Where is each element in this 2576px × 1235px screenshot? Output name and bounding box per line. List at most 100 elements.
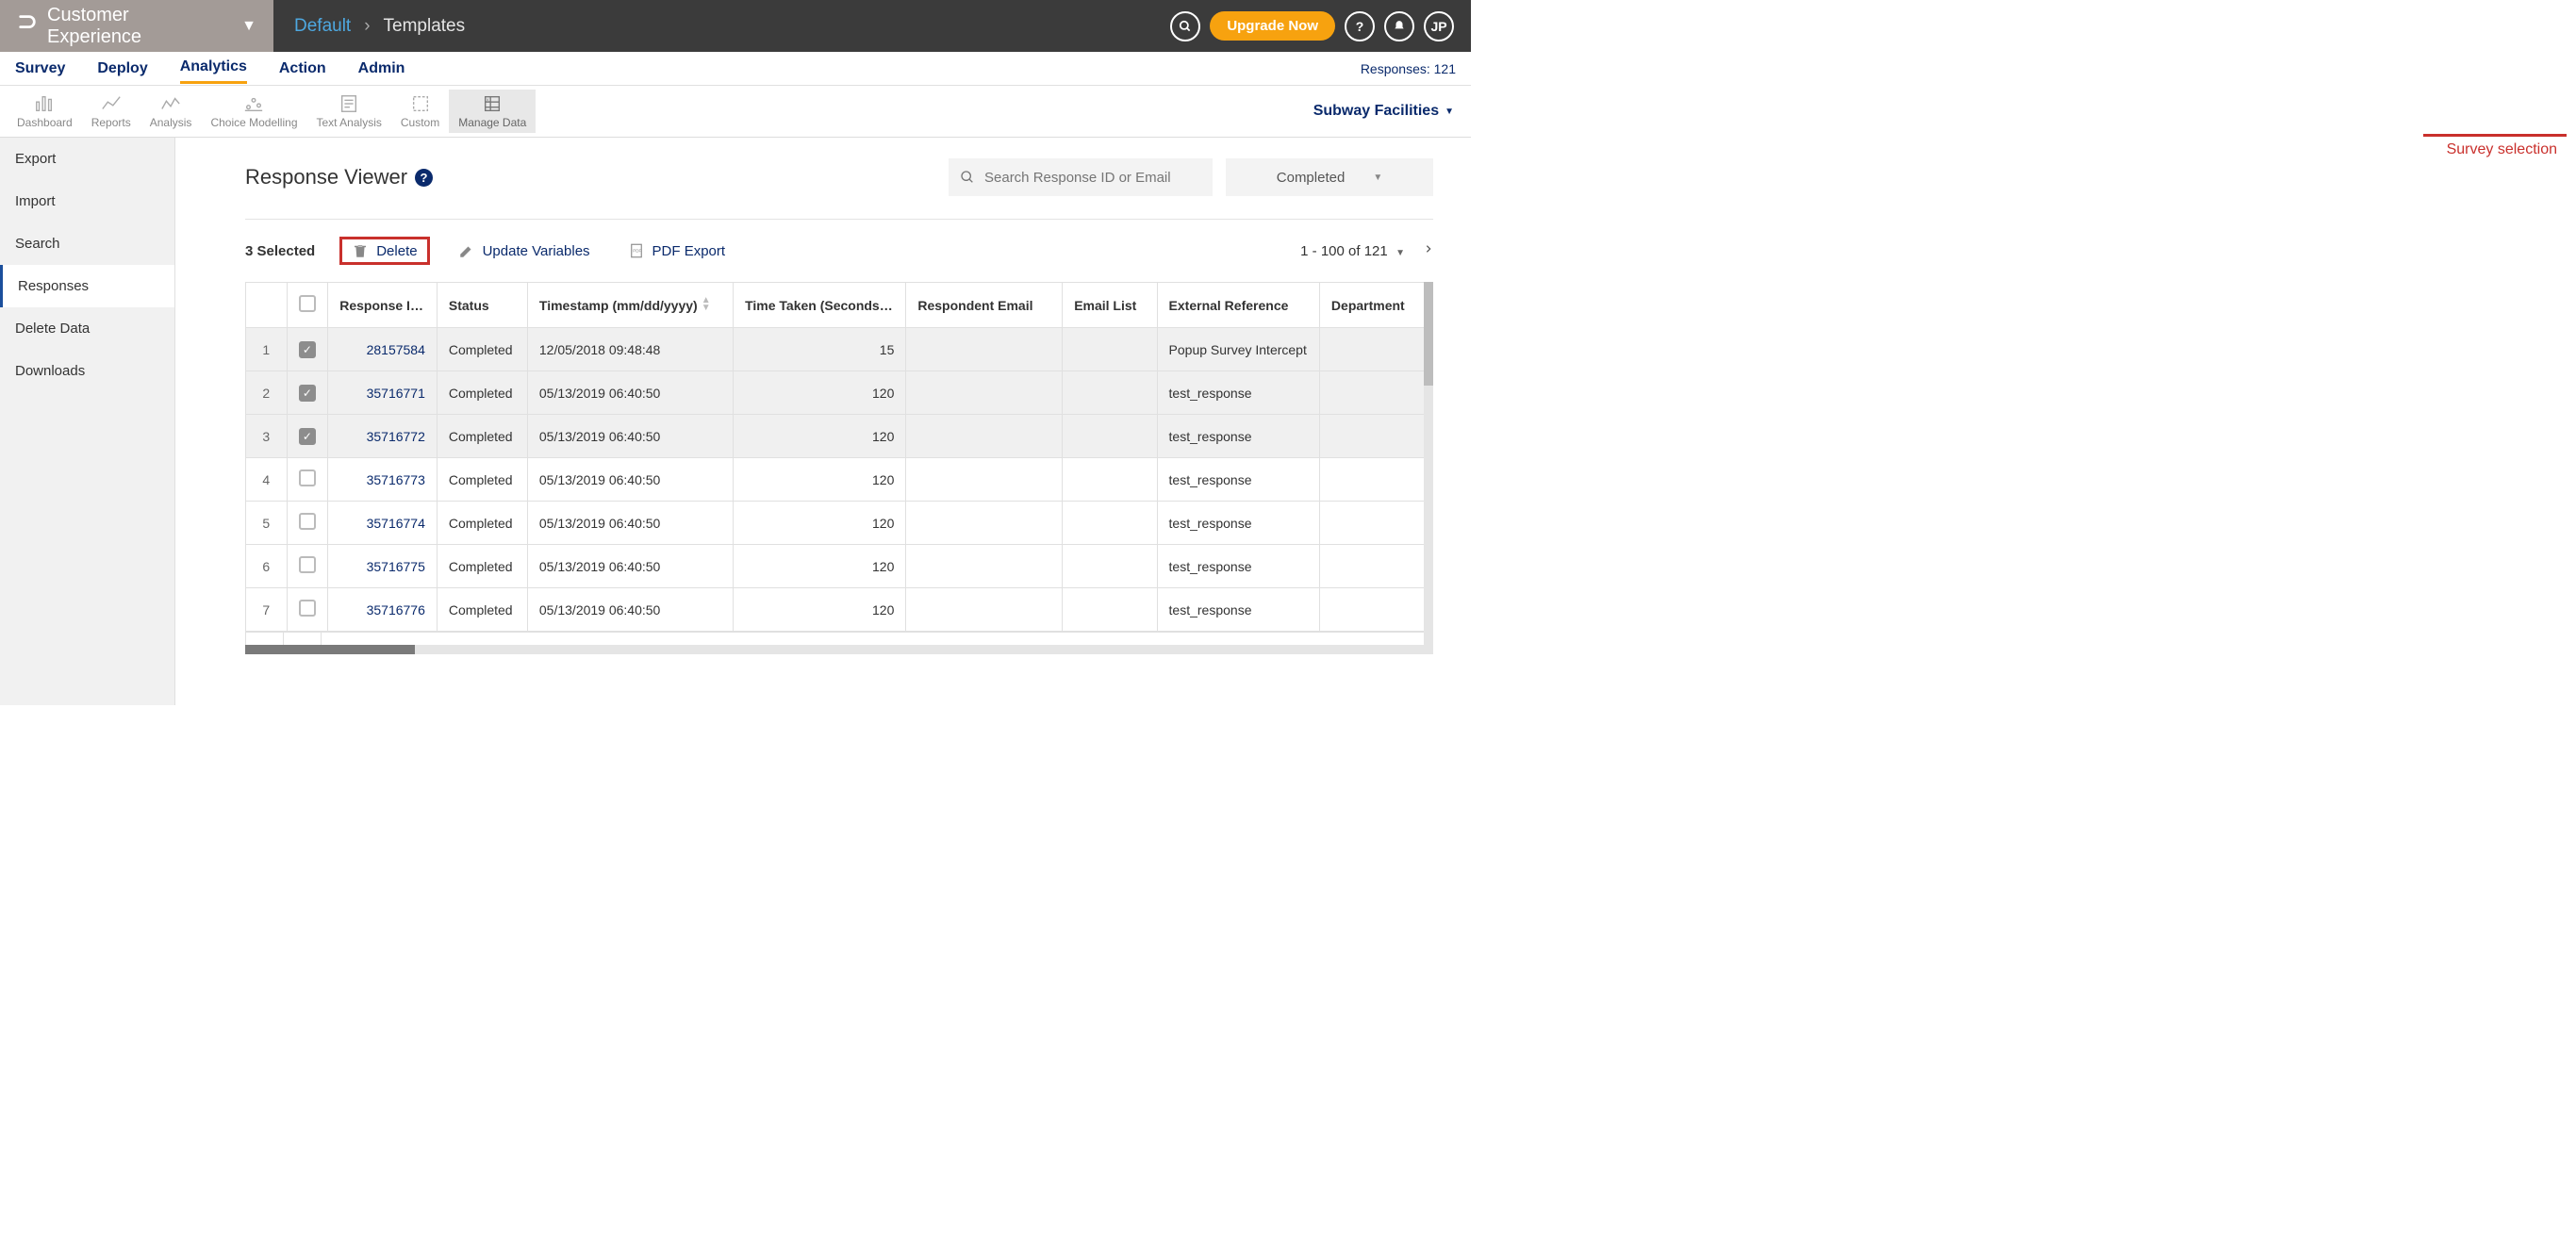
- row-checkbox[interactable]: [299, 600, 316, 617]
- response-id-link[interactable]: 28157584: [367, 342, 425, 357]
- search-box[interactable]: [949, 158, 1213, 196]
- tool-choice-modelling[interactable]: Choice Modelling: [201, 90, 306, 133]
- status-filter-dropdown[interactable]: Completed ▼: [1226, 158, 1433, 196]
- cell-ext-ref: Popup Survey Intercept: [1157, 328, 1319, 371]
- table-row[interactable]: 3✓35716772Completed05/13/2019 06:40:5012…: [246, 415, 1433, 458]
- tool-dashboard[interactable]: Dashboard: [8, 90, 82, 133]
- cell-dept: [1319, 328, 1432, 371]
- sidebar-delete-data[interactable]: Delete Data: [0, 307, 174, 350]
- row-checkbox[interactable]: [299, 556, 316, 573]
- selection-count: 3 Selected: [245, 243, 315, 259]
- update-variables-button[interactable]: Update Variables: [449, 237, 600, 265]
- cell-ext-ref: test_response: [1157, 502, 1319, 545]
- sidebar-search[interactable]: Search: [0, 222, 174, 265]
- col-index: [246, 283, 288, 328]
- table-row[interactable]: 635716775Completed05/13/2019 06:40:50120…: [246, 545, 1433, 588]
- tool-analysis[interactable]: Analysis: [140, 90, 202, 133]
- cell-ext-ref: test_response: [1157, 371, 1319, 415]
- col-response-id[interactable]: Response ID▼: [328, 283, 438, 328]
- row-index: 7: [246, 588, 288, 632]
- avatar[interactable]: JP: [1424, 11, 1454, 41]
- pdf-export-button[interactable]: PDF PDF Export: [619, 237, 735, 265]
- cell-timestamp: 12/05/2018 09:48:48: [527, 328, 733, 371]
- sidebar-responses[interactable]: Responses: [0, 265, 174, 307]
- upgrade-button[interactable]: Upgrade Now: [1210, 11, 1335, 41]
- col-department[interactable]: Department: [1319, 283, 1432, 328]
- table-row[interactable]: 535716774Completed05/13/2019 06:40:50120…: [246, 502, 1433, 545]
- col-respondent-email[interactable]: Respondent Email: [906, 283, 1063, 328]
- table-row[interactable]: 435716773Completed05/13/2019 06:40:50120…: [246, 458, 1433, 502]
- delete-button[interactable]: Delete: [339, 237, 429, 265]
- nav-admin[interactable]: Admin: [358, 55, 405, 83]
- help-icon[interactable]: ?: [415, 169, 433, 187]
- cell-email-list: [1063, 415, 1157, 458]
- cell-email-list: [1063, 502, 1157, 545]
- chevron-right-icon: [1424, 241, 1433, 256]
- cell-time-taken: 120: [734, 371, 906, 415]
- row-checkbox[interactable]: ✓: [299, 341, 316, 358]
- row-checkbox[interactable]: ✓: [299, 385, 316, 402]
- search-input[interactable]: [984, 170, 1201, 186]
- col-external-ref[interactable]: External Reference: [1157, 283, 1319, 328]
- select-all[interactable]: [287, 283, 328, 328]
- tool-reports[interactable]: Reports: [82, 90, 140, 133]
- pagination-dropdown[interactable]: 1 - 100 of 121 ▼: [1300, 243, 1405, 259]
- row-index: 3: [246, 415, 288, 458]
- survey-selector[interactable]: Subway Facilities ▼: [1313, 103, 1454, 120]
- response-id-link[interactable]: 35716772: [367, 429, 425, 444]
- cell-email-list: [1063, 328, 1157, 371]
- response-id-link[interactable]: 35716776: [367, 602, 425, 618]
- responses-count[interactable]: Responses: 121: [1361, 61, 1456, 76]
- breadcrumb-root[interactable]: Default: [294, 16, 351, 37]
- table-row[interactable]: 735716776Completed05/13/2019 06:40:50120…: [246, 588, 1433, 632]
- response-id-link[interactable]: 35716775: [367, 559, 425, 574]
- col-status[interactable]: Status: [437, 283, 527, 328]
- response-id-link[interactable]: 35716774: [367, 516, 425, 531]
- caret-down-icon: ▼: [1373, 173, 1382, 183]
- col-email-list[interactable]: Email List: [1063, 283, 1157, 328]
- row-checkbox[interactable]: ✓: [299, 428, 316, 445]
- cell-time-taken: 120: [734, 545, 906, 588]
- cell-dept: [1319, 502, 1432, 545]
- nav-survey[interactable]: Survey: [15, 55, 65, 83]
- row-checkbox[interactable]: [299, 469, 316, 486]
- next-page-button[interactable]: [1424, 241, 1433, 260]
- breadcrumb-current: Templates: [384, 16, 466, 37]
- row-index: 6: [246, 545, 288, 588]
- row-checkbox[interactable]: [299, 513, 316, 530]
- horizontal-scrollbar[interactable]: [245, 645, 1433, 654]
- cell-status: Completed: [437, 545, 527, 588]
- help-icon[interactable]: ?: [1345, 11, 1375, 41]
- tool-custom[interactable]: Custom: [391, 90, 449, 133]
- nav-analytics[interactable]: Analytics: [180, 53, 247, 84]
- response-id-link[interactable]: 35716771: [367, 386, 425, 401]
- vertical-scrollbar[interactable]: [1424, 282, 1433, 654]
- cell-email: [906, 458, 1063, 502]
- nav-deploy[interactable]: Deploy: [97, 55, 147, 83]
- annotation-label: Survey selection: [2447, 141, 2557, 158]
- nav-action[interactable]: Action: [279, 55, 326, 83]
- sort-desc-icon: ▼: [423, 302, 434, 313]
- search-icon[interactable]: [1170, 11, 1200, 41]
- cell-timestamp: 05/13/2019 06:40:50: [527, 588, 733, 632]
- chevron-right-icon: ›: [364, 16, 370, 37]
- cell-email-list: [1063, 545, 1157, 588]
- sidebar-export[interactable]: Export: [0, 138, 174, 180]
- checkbox[interactable]: [299, 295, 316, 312]
- content: Response Viewer ? Completed ▼ 3 Selected…: [175, 138, 1471, 705]
- row-index: 1: [246, 328, 288, 371]
- breadcrumb: Default › Templates: [273, 16, 465, 37]
- tool-manage-data[interactable]: X Manage Data: [449, 90, 536, 133]
- sidebar: Export Import Search Responses Delete Da…: [0, 138, 175, 705]
- sidebar-downloads[interactable]: Downloads: [0, 350, 174, 392]
- bell-icon[interactable]: [1384, 11, 1414, 41]
- brand-dropdown[interactable]: Customer Experience ▼: [0, 0, 273, 52]
- table-row[interactable]: 1✓28157584Completed12/05/2018 09:48:4815…: [246, 328, 1433, 371]
- sidebar-import[interactable]: Import: [0, 180, 174, 222]
- tool-text-analysis[interactable]: Text Analysis: [307, 90, 391, 133]
- table-row[interactable]: 2✓35716771Completed05/13/2019 06:40:5012…: [246, 371, 1433, 415]
- cell-timestamp: 05/13/2019 06:40:50: [527, 415, 733, 458]
- col-timestamp[interactable]: Timestamp (mm/dd/yyyy)▲▼: [527, 283, 733, 328]
- response-id-link[interactable]: 35716773: [367, 472, 425, 487]
- col-time-taken[interactable]: Time Taken (Seconds)▲▼: [734, 283, 906, 328]
